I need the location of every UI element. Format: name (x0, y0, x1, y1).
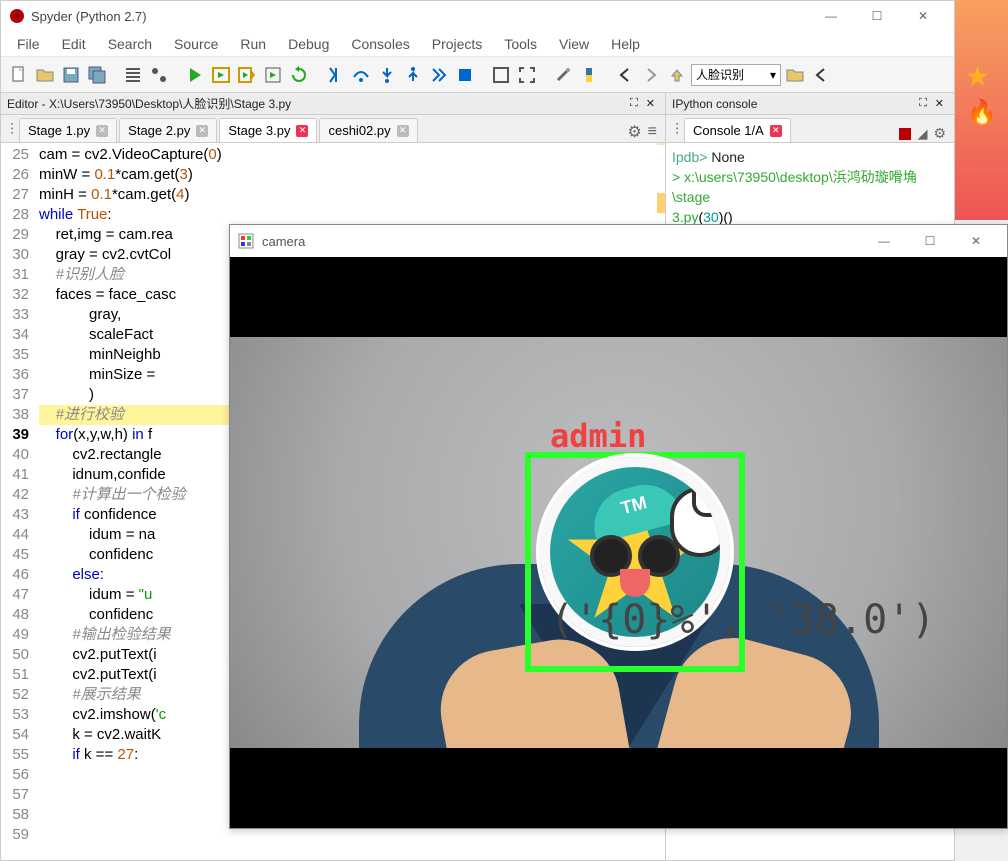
editor-tabs: ⫶ Stage 1.py✕Stage 2.py✕Stage 3.py✕ceshi… (1, 115, 665, 143)
preferences-button[interactable] (551, 63, 575, 87)
titlebar: Spyder (Python 2.7) — ☐ ✕ (1, 1, 954, 31)
console-tab-handle[interactable]: ⫶ (670, 120, 684, 142)
star-icon: ★ (965, 60, 990, 93)
fullscreen-button[interactable] (515, 63, 539, 87)
maximize-pane-button[interactable] (489, 63, 513, 87)
main-toolbar: 人脸识别 ▾ (1, 57, 954, 93)
menu-help[interactable]: Help (601, 34, 650, 54)
step-over-button[interactable] (349, 63, 373, 87)
set-dir-button[interactable] (809, 63, 833, 87)
browse-dir-button[interactable] (783, 63, 807, 87)
console-tab-close-icon[interactable]: ✕ (770, 125, 782, 137)
menu-debug[interactable]: Debug (278, 34, 339, 54)
breakpoints-button[interactable] (147, 63, 171, 87)
nav-fwd-button[interactable] (639, 63, 663, 87)
line-gutter: 2526272829303132333435363738394041424344… (1, 143, 35, 860)
editor-tab-0[interactable]: Stage 1.py ✕ (19, 118, 117, 142)
camera-feed: admin TM ('{0}%', '38.0') (230, 337, 1007, 748)
tab-scroll-handle[interactable]: ⫶ (5, 120, 19, 142)
pane-close-icon[interactable]: ✕ (646, 97, 655, 110)
camera-window-title: camera (262, 234, 853, 249)
save-all-button[interactable] (85, 63, 109, 87)
rerun-button[interactable] (287, 63, 311, 87)
continue-button[interactable] (427, 63, 451, 87)
console-header-label: IPython console (672, 97, 757, 111)
menu-consoles[interactable]: Consoles (341, 34, 419, 54)
new-file-button[interactable] (7, 63, 31, 87)
maximize-button[interactable]: ☐ (854, 1, 900, 31)
close-button[interactable]: ✕ (900, 1, 946, 31)
tab-close-icon[interactable]: ✕ (96, 125, 108, 137)
editor-options-icon[interactable]: ⚙ (627, 122, 641, 142)
face-name-label: admin (550, 417, 646, 455)
menu-file[interactable]: File (7, 34, 50, 54)
camera-maximize-button[interactable]: ☐ (907, 226, 953, 256)
stop-debug-button[interactable] (453, 63, 477, 87)
tab-close-icon[interactable]: ✕ (196, 125, 208, 137)
clear-console-button[interactable]: ◢ (917, 126, 927, 142)
camera-minimize-button[interactable]: — (861, 226, 907, 256)
console-tab-1[interactable]: Console 1/A ✕ (684, 118, 791, 142)
console-tab-label: Console 1/A (693, 123, 764, 138)
menu-tools[interactable]: Tools (494, 34, 547, 54)
console-tabs: ⫶ Console 1/A ✕ ◢ ⚙ (666, 115, 954, 143)
save-button[interactable] (59, 63, 83, 87)
console-pane-header: IPython console ⛶ ✕ (666, 93, 954, 115)
open-file-button[interactable] (33, 63, 57, 87)
run-button[interactable] (183, 63, 207, 87)
window-title: Spyder (Python 2.7) (31, 9, 802, 24)
console-close-icon[interactable]: ✕ (935, 97, 944, 110)
working-dir-label: 人脸识别 (696, 66, 744, 83)
tab-label: ceshi02.py (328, 123, 390, 138)
run-cell-advance-button[interactable] (235, 63, 259, 87)
background-app-strip: ★ 🔥 (955, 0, 1008, 220)
camera-close-button[interactable]: ✕ (953, 226, 999, 256)
working-dir-dropdown[interactable]: 人脸识别 ▾ (691, 64, 781, 86)
tab-label: Stage 2.py (128, 123, 190, 138)
menu-edit[interactable]: Edit (52, 34, 96, 54)
cap-text: TM (619, 493, 650, 520)
camera-app-icon (238, 233, 254, 249)
menu-view[interactable]: View (549, 34, 599, 54)
flame-icon: 🔥 (967, 98, 997, 127)
up-dir-button[interactable] (665, 63, 689, 87)
menu-projects[interactable]: Projects (422, 34, 493, 54)
python-path-button[interactable] (577, 63, 601, 87)
camera-titlebar: camera — ☐ ✕ (230, 225, 1007, 257)
window-controls: — ☐ ✕ (808, 1, 946, 31)
tab-close-icon[interactable]: ✕ (296, 125, 308, 137)
editor-tab-2[interactable]: Stage 3.py ✕ (219, 118, 317, 142)
tab-label: Stage 1.py (28, 123, 90, 138)
kernel-busy-icon (899, 128, 911, 140)
tab-close-icon[interactable]: ✕ (397, 125, 409, 137)
editor-pane-header: Editor - X:\Users\73950\Desktop\人脸识别\Sta… (1, 93, 665, 115)
spyder-icon (9, 8, 25, 24)
debug-button[interactable] (323, 63, 347, 87)
outline-button[interactable] (121, 63, 145, 87)
confidence-label: ('{0}%', '38.0') (550, 597, 935, 643)
menubar: FileEditSearchSourceRunDebugConsolesProj… (1, 31, 954, 57)
step-out-button[interactable] (401, 63, 425, 87)
camera-canvas: admin TM ('{0}%', '38.0') (230, 257, 1007, 828)
console-options-icon[interactable]: ⚙ (933, 125, 946, 142)
step-into-button[interactable] (375, 63, 399, 87)
menu-source[interactable]: Source (164, 34, 228, 54)
editor-tab-3[interactable]: ceshi02.py ✕ (319, 118, 417, 142)
editor-path-label: Editor - X:\Users\73950\Desktop\人脸识别\Sta… (7, 95, 291, 112)
menu-search[interactable]: Search (98, 34, 162, 54)
pane-pin-icon[interactable]: ⛶ (630, 97, 638, 110)
run-selection-button[interactable] (261, 63, 285, 87)
console-pin-icon[interactable]: ⛶ (919, 97, 927, 110)
minimize-button[interactable]: — (808, 1, 854, 31)
editor-tab-1[interactable]: Stage 2.py ✕ (119, 118, 217, 142)
tab-label: Stage 3.py (228, 123, 290, 138)
menu-run[interactable]: Run (230, 34, 276, 54)
nav-back-button[interactable] (613, 63, 637, 87)
run-cell-button[interactable] (209, 63, 233, 87)
camera-window: camera — ☐ ✕ admin TM (229, 224, 1008, 829)
editor-menu-icon[interactable]: ≡ (648, 123, 657, 141)
chevron-down-icon: ▾ (770, 68, 776, 82)
